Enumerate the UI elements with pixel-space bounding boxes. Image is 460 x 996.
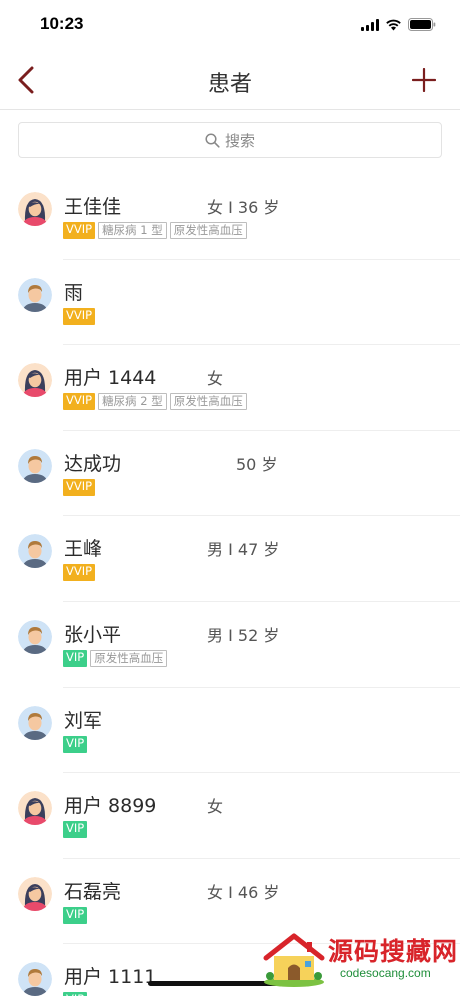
vip-badge: VIP: [63, 649, 88, 667]
status-icons: [361, 18, 436, 31]
patient-row[interactable]: 张小平 男 I 52 岁 VIP 原发性高血压: [0, 602, 460, 688]
vvip-badge: VVIP: [63, 478, 96, 496]
patient-name: 雨: [64, 281, 84, 304]
search-input[interactable]: 搜索: [18, 122, 442, 158]
house-logo-icon: [263, 933, 325, 987]
vip-badge: VIP: [63, 821, 88, 839]
patient-tags: VVIP: [63, 478, 96, 496]
patient-tags: VIP: [63, 906, 88, 924]
patient-tags: VIP 原发性高血压: [63, 649, 168, 667]
patient-row[interactable]: 王峰 男 I 47 岁 VVIP: [0, 516, 460, 602]
female-avatar-icon: [18, 363, 52, 398]
patient-info: 女: [207, 369, 224, 389]
patient-name: 达成功: [64, 452, 122, 475]
disease-tag: 糖尿病 2 型: [98, 393, 167, 411]
patient-row[interactable]: 达成功 50 岁 VVIP: [0, 431, 460, 517]
nav-bar: 患者: [0, 50, 460, 110]
battery-icon: [408, 18, 436, 31]
patient-row[interactable]: 用户 8899 女 VIP: [0, 773, 460, 859]
disease-tag: 原发性高血压: [169, 393, 247, 411]
patient-tags: VVIP: [63, 307, 96, 325]
male-avatar-icon: [18, 534, 52, 569]
male-avatar-icon: [18, 705, 52, 740]
male-avatar-icon: [18, 448, 52, 483]
patient-list: 王佳佳女 I 36 岁 VVIP 糖尿病 1 型原发性高血压雨 VVIP 用户 1444…: [0, 174, 460, 996]
patient-tags: VIP: [63, 992, 88, 996]
disease-tag: 原发性高血压: [169, 222, 247, 239]
patient-name: 用户 8899: [64, 795, 157, 818]
patient-tags: VVIP: [63, 564, 96, 582]
page-title: 患者: [207, 72, 252, 97]
patient-tags: VVIP 糖尿病 1 型原发性高血压: [63, 222, 247, 239]
patient-name: 用户 1444: [64, 367, 157, 390]
patient-tags: VVIP 糖尿病 2 型原发性高血压: [63, 393, 247, 411]
vvip-badge: VVIP: [63, 564, 96, 582]
search-placeholder: 搜索: [224, 131, 255, 150]
male-avatar-icon: [18, 962, 52, 996]
disease-tag: 原发性高血压: [90, 649, 168, 667]
patient-tags: VIP: [63, 821, 88, 839]
wifi-icon: [386, 19, 401, 31]
patient-name: 刘军: [64, 709, 103, 732]
signal-icon: [361, 18, 379, 31]
patient-name: 王佳佳: [64, 196, 122, 218]
patient-info: 女 I 36 岁: [207, 198, 280, 217]
patient-row[interactable]: 刘军 VIP: [0, 688, 460, 774]
female-avatar-icon: [18, 876, 52, 911]
watermark-title: 源码搜藏网: [328, 937, 459, 966]
male-avatar-icon: [18, 619, 52, 654]
female-avatar-icon: [18, 791, 52, 826]
patient-info: 男 I 47 岁: [207, 540, 280, 560]
patient-info: 男 I 52 岁: [207, 625, 280, 645]
male-avatar-icon: [18, 277, 52, 312]
disease-tag: 糖尿病 1 型: [98, 222, 167, 239]
status-bar: 10:23: [0, 0, 460, 50]
search-bar: 搜索: [0, 110, 460, 158]
patient-name: 张小平: [64, 623, 122, 646]
watermark-url: codesocang.com: [340, 966, 431, 980]
vvip-badge: VVIP: [63, 393, 96, 411]
patient-info: 女: [207, 797, 224, 817]
patient-row[interactable]: 王佳佳 女 I 36 岁 VVIP 糖尿病 1 型原发性高血压: [0, 174, 460, 260]
patient-info: 女 I 46 岁: [207, 882, 280, 902]
patient-name: 用户 1111: [64, 966, 157, 989]
patient-row[interactable]: 雨 VVIP: [0, 260, 460, 346]
plus-icon: [412, 68, 436, 92]
vvip-badge: VVIP: [63, 222, 96, 239]
patient-name: 石磊亮: [64, 880, 122, 903]
search-icon: [205, 132, 220, 148]
vip-badge: VIP: [63, 992, 88, 996]
status-time: 10:23: [40, 14, 84, 33]
patient-tags: VIP: [63, 735, 88, 753]
female-avatar-icon: [18, 192, 52, 226]
vip-badge: VIP: [63, 735, 88, 753]
vvip-badge: VVIP: [63, 307, 96, 325]
watermark: 源码搜藏网 codesocang.com: [260, 928, 459, 990]
patient-name: 王峰: [64, 538, 103, 561]
patient-row[interactable]: 用户 1444 女 VVIP 糖尿病 2 型原发性高血压: [0, 345, 460, 431]
vip-badge: VIP: [63, 906, 88, 924]
add-patient-button[interactable]: [404, 60, 444, 100]
patient-info: 50 岁: [236, 454, 278, 474]
